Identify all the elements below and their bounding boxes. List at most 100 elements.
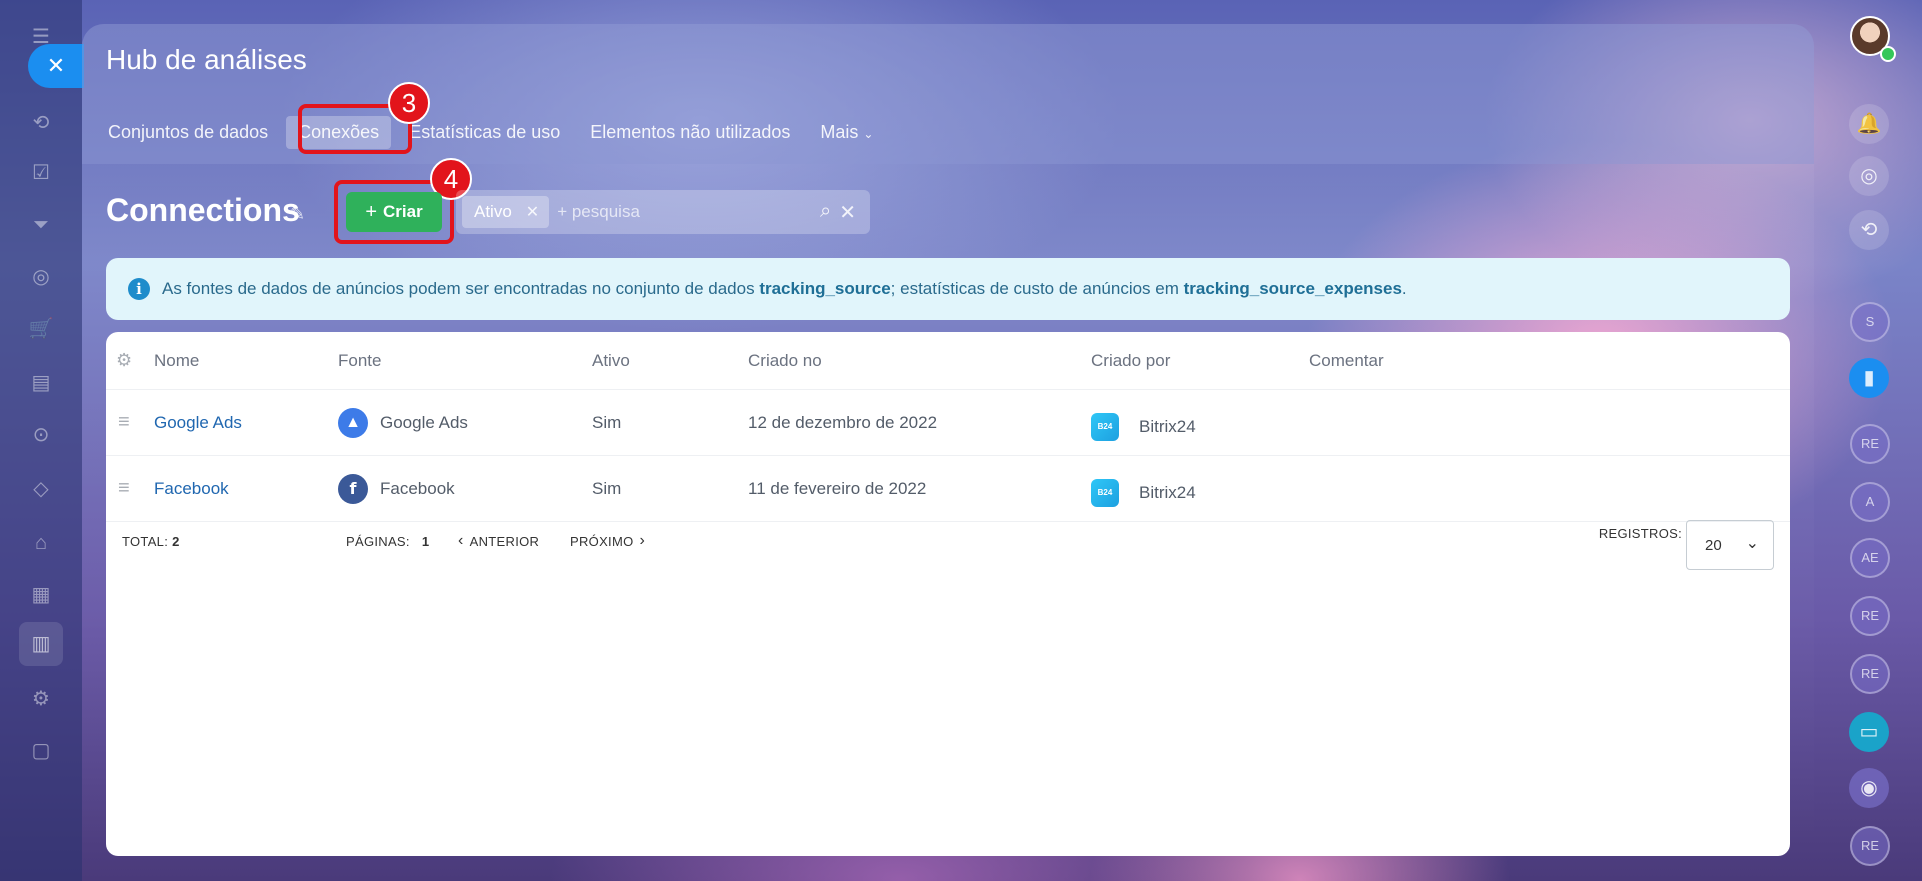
sync-icon[interactable]: ⟲ [1849, 210, 1889, 250]
row-name-link[interactable]: Google Ads [154, 390, 242, 455]
funnel-icon[interactable]: ⏷ [28, 212, 54, 238]
box-icon[interactable]: ◇ [28, 476, 54, 502]
info-dataset-tracking-source-expenses: tracking_source_expenses [1183, 279, 1402, 298]
table-footer: TOTAL: 2 PÁGINAS: 1 ‹ ANTERIOR PRÓXIMO › R… [106, 508, 1790, 574]
chevron-right-icon: › [639, 532, 646, 549]
cart-icon[interactable]: 🛒 [28, 316, 54, 342]
online-status-icon [1880, 46, 1896, 62]
tab-more[interactable]: Mais ⌄ [808, 116, 885, 149]
avatar[interactable]: RE [1850, 654, 1890, 694]
chevron-left-icon: ‹ [458, 532, 464, 549]
clear-search-icon[interactable]: ✕ [839, 200, 856, 225]
step-badge-3: 3 [388, 82, 430, 124]
main-panel: Hub de análises Conjuntos de dados Conex… [82, 24, 1814, 881]
row-created-by-label: Bitrix24 [1139, 482, 1196, 502]
next-page-button[interactable]: PRÓXIMO › [570, 508, 645, 574]
open-channel-icon[interactable]: ◉ [1849, 768, 1889, 808]
total-label: TOTAL: [122, 533, 169, 549]
tabs: Conjuntos de dados Conexões Estatísticas… [96, 116, 891, 149]
header-name[interactable]: Nome [154, 332, 199, 389]
avatar[interactable]: AE [1850, 538, 1890, 578]
search-input[interactable] [557, 202, 788, 222]
left-sidebar: ☰ ⟲ ☑ ⏷ ◎ 🛒 ▤ ⊙ ◇ ⌂ ▦ ▥ ⚙ ▢ [0, 0, 82, 881]
pin-icon[interactable]: ✎ [290, 204, 305, 225]
bitrix24-icon: B24 [1091, 412, 1119, 441]
table-row[interactable]: ≡ Google Ads ▲ Google Ads Sim 12 de deze… [106, 390, 1790, 456]
avatar[interactable]: RE [1850, 424, 1890, 464]
card-icon[interactable]: ▤ [28, 370, 54, 396]
tasks-icon[interactable]: ☑ [28, 160, 54, 186]
header-created-on[interactable]: Criado no [748, 332, 822, 389]
close-slider-button[interactable]: ✕ [28, 44, 84, 88]
pages-value: 1 [421, 533, 430, 549]
search-icon[interactable]: ⌕ [820, 200, 831, 225]
header-active[interactable]: Ativo [592, 332, 630, 389]
create-button-label: Criar [383, 202, 423, 221]
avatar[interactable]: RE [1850, 826, 1890, 866]
row-active: Sim [592, 412, 622, 432]
row-source-label: Facebook [380, 478, 455, 498]
table-settings-icon[interactable]: ⚙ [116, 332, 132, 389]
plus-icon: + [365, 200, 377, 223]
chat-icon[interactable]: ▭ [1849, 712, 1889, 752]
create-button[interactable]: + Criar [346, 192, 442, 232]
bitrix24-icon: B24 [1091, 478, 1119, 507]
app-title: Hub de análises [106, 44, 307, 75]
table-header: ⚙ Nome Fonte Ativo Criado no Criado por … [106, 332, 1790, 390]
records-label: REGISTROS: [1598, 525, 1682, 541]
target-icon[interactable]: ◎ [28, 264, 54, 290]
info-icon: i [128, 278, 150, 300]
pages-count: PÁGINAS: 1 [346, 508, 429, 574]
copilot-icon[interactable]: ◎ [1849, 156, 1889, 196]
tab-more-label: Mais [820, 122, 859, 142]
bell-icon[interactable]: 🔔 [1849, 104, 1889, 144]
header-source[interactable]: Fonte [338, 332, 381, 389]
filter-chip-label: Ativo [474, 202, 512, 221]
total-value: 2 [172, 533, 180, 549]
records-value: 20 [1705, 536, 1722, 554]
calendar-icon[interactable]: ▦ [28, 582, 54, 608]
analytics-icon[interactable]: ▥ [19, 622, 63, 666]
avatar[interactable]: A [1850, 482, 1890, 522]
remove-chip-icon[interactable]: ✕ [526, 202, 539, 222]
info-text-part2: ; estatísticas de custo de anúncios em [890, 279, 1179, 298]
prev-label: ANTERIOR [469, 533, 540, 549]
header-comment[interactable]: Comentar [1309, 332, 1384, 389]
info-text-part1: As fontes de dados de anúncios podem ser… [162, 279, 755, 298]
records-per-page-select[interactable]: 20 ⌄ [1686, 520, 1774, 570]
filter-search-box: Ativo ✕ ⌕ ✕ [456, 190, 870, 234]
chevron-down-icon: ⌄ [863, 127, 874, 141]
tab-unused-elements[interactable]: Elementos não utilizados [578, 116, 802, 149]
drag-handle-icon[interactable]: ≡ [118, 390, 130, 455]
right-sidebar: 🔔 ◎ ⟲ S ▮ RE A AE RE RE ▭ ◉ RE [1814, 0, 1922, 881]
info-banner: i As fontes de dados de anúncios podem s… [106, 258, 1790, 320]
row-created-by: B24 Bitrix24 [1091, 394, 1196, 459]
google-ads-icon: ▲ [338, 407, 368, 438]
facebook-icon: f [338, 473, 368, 504]
close-icon: ✕ [46, 53, 66, 78]
header-created-by[interactable]: Criado por [1091, 332, 1170, 389]
row-source-label: Google Ads [380, 412, 468, 432]
row-created-by-label: Bitrix24 [1139, 416, 1196, 436]
next-label: PRÓXIMO [570, 533, 634, 549]
connections-table: ⚙ Nome Fonte Ativo Criado no Criado por … [106, 332, 1790, 856]
pages-label: PÁGINAS: [346, 533, 410, 549]
row-created-on: 12 de dezembro de 2022 [748, 412, 938, 432]
row-source: ▲ Google Ads [338, 390, 468, 455]
settings-icon[interactable]: ⚙ [28, 686, 54, 712]
prev-page-button[interactable]: ‹ ANTERIOR [458, 508, 539, 574]
info-text: As fontes de dados de anúncios podem ser… [162, 279, 1407, 299]
avatar[interactable]: RE [1850, 596, 1890, 636]
bookmark-icon[interactable]: ▮ [1849, 358, 1889, 398]
document-icon[interactable]: ▢ [28, 738, 54, 764]
tab-datasets[interactable]: Conjuntos de dados [96, 116, 280, 149]
tab-usage-stats[interactable]: Estatísticas de uso [397, 116, 572, 149]
total-count: TOTAL: 2 [122, 508, 180, 574]
info-text-part3: . [1401, 279, 1407, 298]
store-icon[interactable]: ⌂ [28, 530, 54, 556]
avatar[interactable]: S [1850, 302, 1890, 342]
activity-stream-icon[interactable]: ⟲ [28, 110, 54, 136]
page-title: Connections [106, 192, 300, 228]
filter-chip-active[interactable]: Ativo ✕ [462, 196, 550, 228]
robot-icon[interactable]: ⊙ [28, 422, 54, 448]
